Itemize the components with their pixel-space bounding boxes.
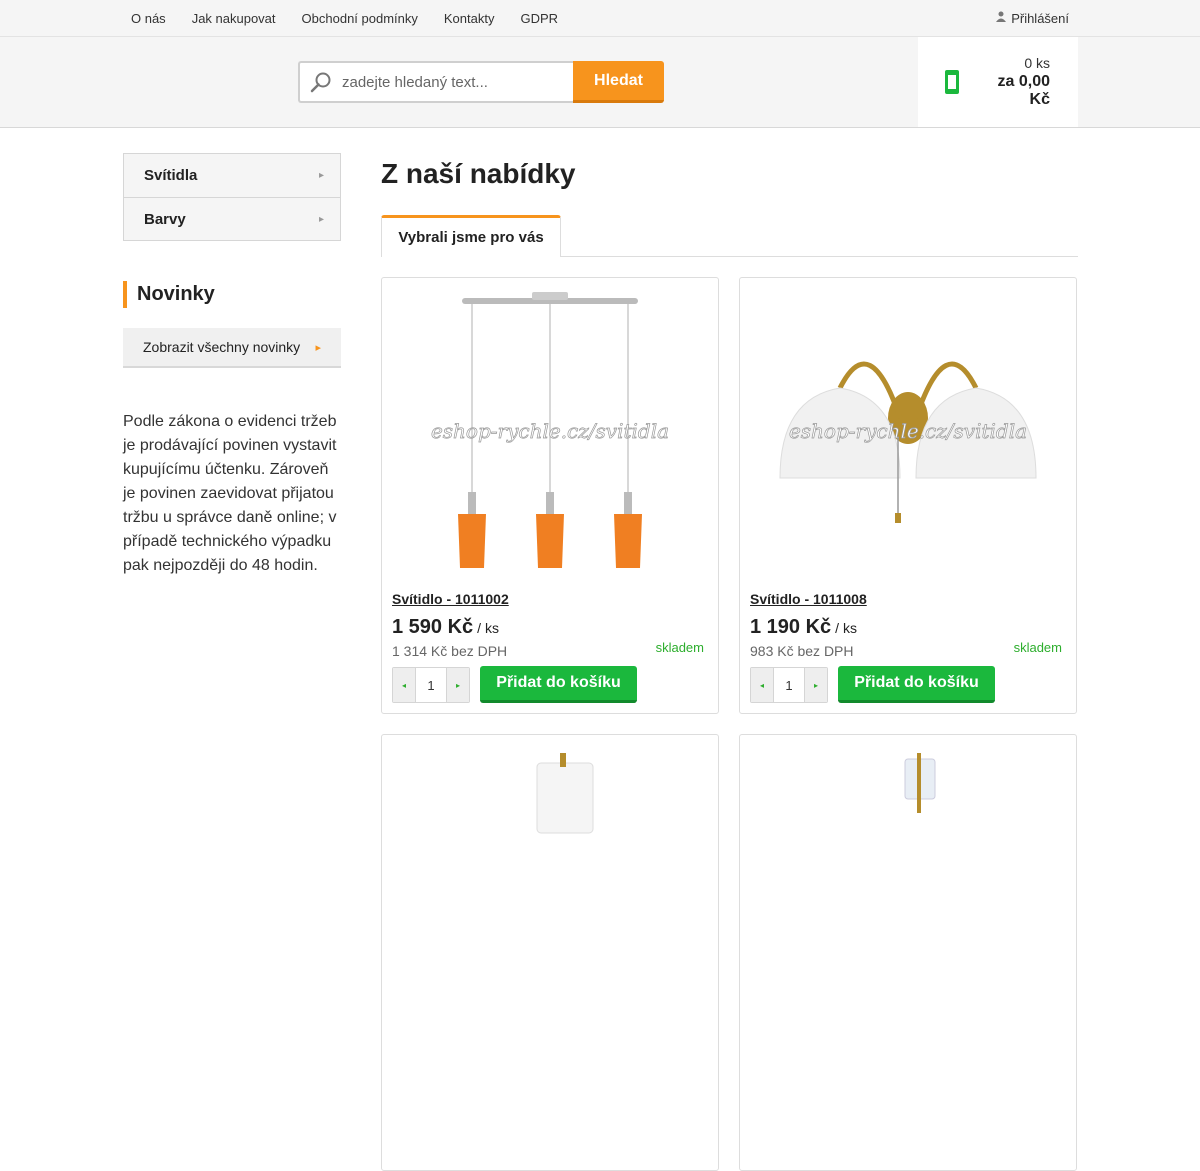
price-value: 1 590 Kč <box>392 616 474 638</box>
product-card: eshop-rychle.cz/svitidla Svítidlo - 1011… <box>739 277 1077 714</box>
sidebar: Svítidla ▸ Barvy ▸ Novinky Zobrazit všec… <box>123 153 341 578</box>
decrease-button[interactable]: ◂ <box>393 668 415 702</box>
cart-quantity: 0 ks <box>1024 55 1050 71</box>
search-input[interactable] <box>342 73 552 91</box>
quantity-stepper: ◂ 1 ▸ <box>750 667 828 703</box>
add-to-cart-button[interactable]: Přidat do košíku <box>838 666 995 703</box>
category-menu: Svítidla ▸ Barvy ▸ <box>123 153 341 241</box>
product-price: 1 190 Kč / ks <box>750 616 857 639</box>
price-unit: / ks <box>477 620 499 636</box>
net-price: 983 Kč bez DPH <box>750 643 854 659</box>
plus-icon: ▸ <box>455 680 460 690</box>
minus-icon: ◂ <box>401 680 406 690</box>
increase-button[interactable]: ▸ <box>447 668 469 702</box>
tab-recommended[interactable]: Vybrali jsme pro vás <box>381 215 561 257</box>
add-to-cart-button[interactable]: Přidat do košíku <box>480 666 637 703</box>
show-all-news-label: Zobrazit všechny novinky <box>143 339 301 355</box>
quantity-input[interactable]: 1 <box>415 668 447 702</box>
header: Hledat 0 ks za 0,00 Kč <box>0 37 1200 128</box>
minus-icon: ◂ <box>759 680 764 690</box>
login-link[interactable]: Přihlášení <box>996 0 1069 36</box>
price-unit: / ks <box>835 620 857 636</box>
page-title: Z naší nabídky <box>381 158 576 189</box>
top-bar: O nás Jak nakupovat Obchodní podmínky Ko… <box>0 0 1200 37</box>
chevron-right-icon: ▸ <box>318 170 324 181</box>
tab-bar: Vybrali jsme pro vás <box>381 215 1078 257</box>
category-item-svitidla[interactable]: Svítidla ▸ <box>124 154 340 197</box>
top-nav: O nás Jak nakupovat Obchodní podmínky Ko… <box>118 0 571 36</box>
cart-widget[interactable]: 0 ks za 0,00 Kč <box>918 37 1078 127</box>
quantity-input[interactable]: 1 <box>773 668 805 702</box>
price-value: 1 190 Kč <box>750 616 832 638</box>
watermark: eshop-rychle.cz/svitidla <box>431 419 669 443</box>
main-content: Z naší nabídky Vybrali jsme pro vás esho… <box>381 153 1078 1171</box>
nav-link-jak-nakupovat[interactable]: Jak nakupovat <box>179 11 289 26</box>
watermark: eshop-rychle.cz/svitidla <box>789 419 1027 443</box>
cart-icon <box>944 68 964 96</box>
stock-status: skladem <box>655 640 704 655</box>
show-all-news-button[interactable]: Zobrazit všechny novinky ▸ <box>123 328 341 368</box>
product-image[interactable]: eshop-rychle.cz/svitidla <box>392 288 708 583</box>
search-button[interactable]: Hledat <box>573 61 664 103</box>
cart-total: za 0,00 Kč <box>997 73 1050 108</box>
quantity-stepper: ◂ 1 ▸ <box>392 667 470 703</box>
category-item-barvy[interactable]: Barvy ▸ <box>124 197 340 240</box>
product-price: 1 590 Kč / ks <box>392 616 499 639</box>
nav-link-gdpr[interactable]: GDPR <box>507 11 571 26</box>
search-form: Hledat <box>298 61 664 103</box>
product-name-link[interactable]: Svítidlo - 1011008 <box>750 591 867 607</box>
stock-status: skladem <box>1013 640 1062 655</box>
search-field <box>298 61 573 103</box>
category-label: Barvy <box>144 210 186 228</box>
product-name-link[interactable]: Svítidlo - 1011002 <box>392 591 509 607</box>
chevron-right-icon: ▸ <box>315 341 321 354</box>
plus-icon: ▸ <box>813 680 818 690</box>
news-heading: Novinky <box>123 281 341 308</box>
law-notice: Podle zákona o evidenci tržeb je prodáva… <box>123 413 337 574</box>
nav-link-kontakty[interactable]: Kontakty <box>431 11 508 26</box>
product-image[interactable] <box>392 745 708 1040</box>
product-image[interactable] <box>750 745 1066 1040</box>
product-image[interactable]: eshop-rychle.cz/svitidla <box>750 288 1066 583</box>
chevron-right-icon: ▸ <box>318 213 324 225</box>
product-card: eshop-rychle.cz/svitidla Svítidlo - 1011… <box>381 277 719 714</box>
increase-button[interactable]: ▸ <box>805 668 827 702</box>
nav-link-obchodni-podminky[interactable]: Obchodní podmínky <box>289 11 431 26</box>
category-label: Svítidla <box>144 167 198 184</box>
net-price: 1 314 Kč bez DPH <box>392 643 508 659</box>
search-icon <box>310 72 331 93</box>
login-label: Přihlášení <box>1011 10 1069 26</box>
decrease-button[interactable]: ◂ <box>751 668 773 702</box>
nav-link-o-nas[interactable]: O nás <box>118 11 179 26</box>
cart-summary: 0 ks za 0,00 Kč <box>974 55 1050 109</box>
user-icon <box>996 11 1007 25</box>
